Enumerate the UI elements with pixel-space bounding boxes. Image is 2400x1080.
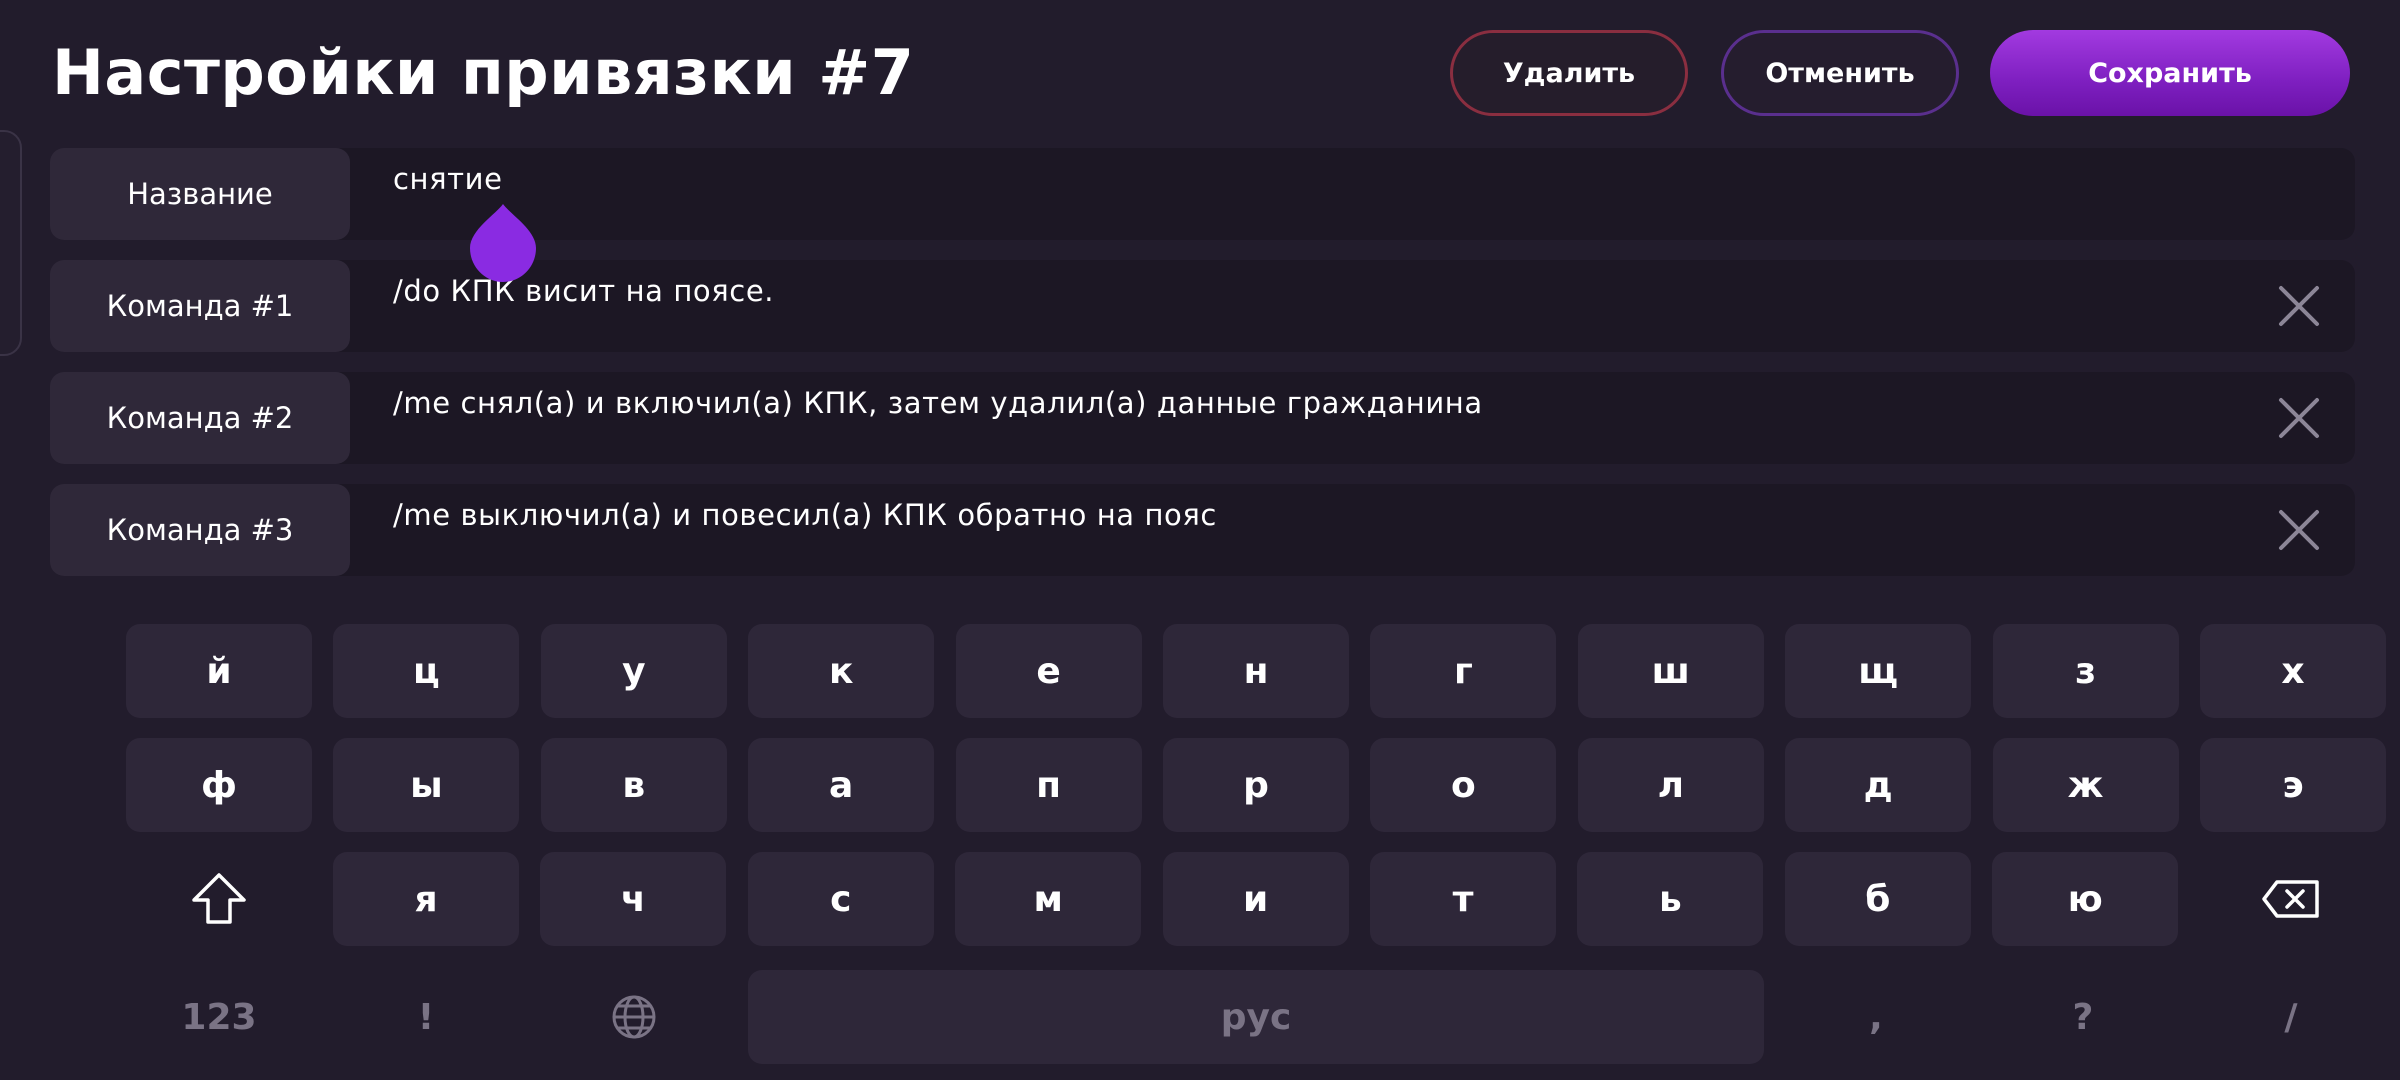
shift-icon bbox=[192, 873, 246, 924]
key-row2-5[interactable]: р bbox=[1163, 738, 1349, 832]
key-row3-0[interactable]: я bbox=[333, 852, 519, 946]
command-1-input[interactable]: /do КПК висит на поясе. bbox=[393, 274, 774, 308]
key-row2-10[interactable]: э bbox=[2200, 738, 2386, 832]
key-row3-7[interactable]: б bbox=[1784, 852, 1971, 946]
key-row3-6[interactable]: ь bbox=[1577, 852, 1764, 946]
command-3-label: Команда #3 bbox=[50, 484, 350, 576]
backspace-key[interactable] bbox=[2198, 852, 2384, 946]
key-row3-8[interactable]: ю bbox=[1992, 852, 2179, 946]
key-row2-2[interactable]: в bbox=[540, 738, 727, 832]
backspace-icon bbox=[2262, 880, 2319, 918]
language-key[interactable] bbox=[541, 970, 727, 1064]
key-row1-7[interactable]: ш bbox=[1577, 624, 1764, 718]
key-row1-9[interactable]: з bbox=[1992, 624, 2179, 718]
key-row1-8[interactable]: щ bbox=[1785, 624, 1972, 718]
key-row3-1[interactable]: ч bbox=[540, 852, 727, 946]
space-key[interactable]: рус bbox=[748, 970, 1764, 1064]
name-field-label: Название bbox=[50, 148, 350, 240]
numbers-key[interactable]: 123 bbox=[126, 970, 312, 1064]
key-row1-1[interactable]: ц bbox=[333, 624, 520, 718]
command-1-label: Команда #1 bbox=[50, 260, 350, 352]
cancel-button[interactable]: Отменить bbox=[1721, 30, 1959, 116]
key-row1-4[interactable]: е bbox=[955, 624, 1142, 718]
key-row2-3[interactable]: а bbox=[748, 738, 935, 832]
command-2-label: Команда #2 bbox=[50, 372, 350, 464]
side-panel-tab[interactable] bbox=[0, 130, 22, 356]
shift-key[interactable] bbox=[126, 852, 312, 946]
key-row1-6[interactable]: г bbox=[1370, 624, 1557, 718]
key-row3-3[interactable]: м bbox=[955, 852, 1142, 946]
key-row3-2[interactable]: с bbox=[747, 852, 934, 946]
key-row1-3[interactable]: к bbox=[748, 624, 935, 718]
close-icon[interactable] bbox=[2277, 284, 2321, 328]
command-1-row[interactable]: Команда #1 /do КПК висит на поясе. bbox=[50, 260, 2355, 352]
question-key[interactable]: ? bbox=[1990, 970, 2176, 1064]
command-3-row[interactable]: Команда #3 /me выключил(а) и повесил(а) … bbox=[50, 484, 2355, 576]
key-row1-2[interactable]: у bbox=[540, 624, 727, 718]
key-row2-9[interactable]: ж bbox=[1992, 738, 2179, 832]
exclaim-key[interactable]: ! bbox=[333, 970, 519, 1064]
delete-button[interactable]: Удалить bbox=[1450, 30, 1688, 116]
save-button[interactable]: Сохранить bbox=[1990, 30, 2350, 116]
key-row2-0[interactable]: ф bbox=[126, 738, 312, 832]
close-icon[interactable] bbox=[2277, 508, 2321, 552]
key-row2-8[interactable]: д bbox=[1785, 738, 1972, 832]
key-row1-5[interactable]: н bbox=[1163, 624, 1349, 718]
page-title: Настройки привязки #7 bbox=[52, 36, 915, 109]
key-row1-0[interactable]: й bbox=[126, 624, 312, 718]
command-2-row[interactable]: Команда #2 /me снял(а) и включил(а) КПК,… bbox=[50, 372, 2355, 464]
key-row2-1[interactable]: ы bbox=[333, 738, 520, 832]
slash-key[interactable]: / bbox=[2198, 970, 2384, 1064]
key-row1-10[interactable]: х bbox=[2200, 624, 2386, 718]
key-row2-7[interactable]: л bbox=[1577, 738, 1764, 832]
name-field-row[interactable]: Название снятие bbox=[50, 148, 2355, 240]
globe-icon bbox=[612, 995, 656, 1039]
key-row2-6[interactable]: о bbox=[1370, 738, 1557, 832]
text-cursor-handle-icon[interactable] bbox=[470, 202, 536, 282]
name-field-input[interactable]: снятие bbox=[393, 162, 503, 196]
command-3-input[interactable]: /me выключил(а) и повесил(а) КПК обратно… bbox=[393, 498, 1217, 532]
close-icon[interactable] bbox=[2277, 396, 2321, 440]
key-row3-5[interactable]: т bbox=[1370, 852, 1556, 946]
key-row2-4[interactable]: п bbox=[955, 738, 1142, 832]
comma-key[interactable]: , bbox=[1783, 970, 1969, 1064]
command-2-input[interactable]: /me снял(а) и включил(а) КПК, затем удал… bbox=[393, 386, 1483, 420]
key-row3-4[interactable]: и bbox=[1162, 852, 1349, 946]
